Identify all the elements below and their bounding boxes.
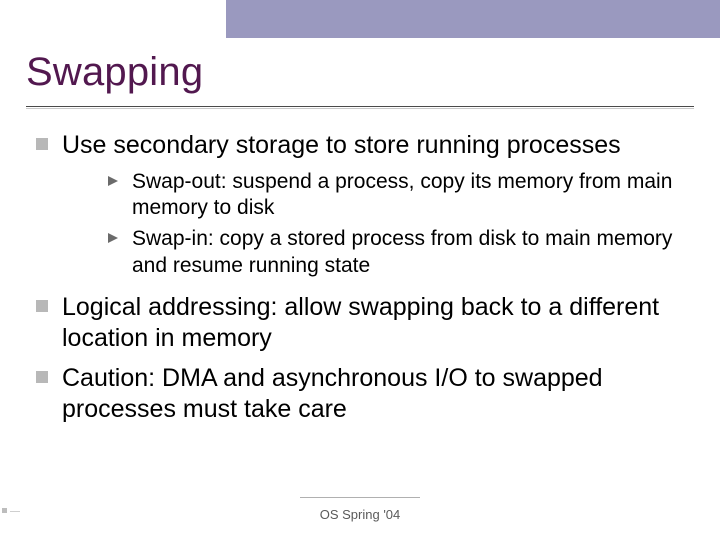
triangle-bullet-icon (108, 176, 118, 186)
sub-bullet-group: Swap-out: suspend a process, copy its me… (62, 169, 696, 281)
slide-body: Use secondary storage to store running p… (36, 130, 696, 434)
square-bullet-icon (36, 138, 48, 150)
square-bullet-icon (36, 300, 48, 312)
triangle-bullet-icon (108, 233, 118, 243)
slide-footer: OS Spring '04 (0, 507, 720, 522)
bullet-text: Swap-in: copy a stored process from disk… (132, 227, 672, 277)
footer-rule (300, 497, 420, 498)
bullet-text: Logical addressing: allow swapping back … (62, 293, 659, 352)
bullet-text: Swap-out: suspend a process, copy its me… (132, 170, 672, 220)
bullet-level2: Swap-out: suspend a process, copy its me… (62, 169, 696, 223)
title-underline-shadow (26, 108, 694, 109)
bullet-level1: Caution: DMA and asynchronous I/O to swa… (36, 363, 696, 424)
bullet-text: Caution: DMA and asynchronous I/O to swa… (62, 364, 603, 423)
bullet-level1: Logical addressing: allow swapping back … (36, 292, 696, 353)
header-accent-bar (226, 0, 720, 38)
title-underline (26, 106, 694, 107)
square-bullet-icon (36, 371, 48, 383)
bullet-level2: Swap-in: copy a stored process from disk… (62, 226, 696, 280)
bullet-level1: Use secondary storage to store running p… (36, 130, 696, 280)
bullet-text: Use secondary storage to store running p… (62, 131, 621, 159)
corner-decoration-icon (2, 508, 18, 516)
slide: Swapping Use secondary storage to store … (0, 0, 720, 540)
slide-title: Swapping (26, 50, 203, 95)
